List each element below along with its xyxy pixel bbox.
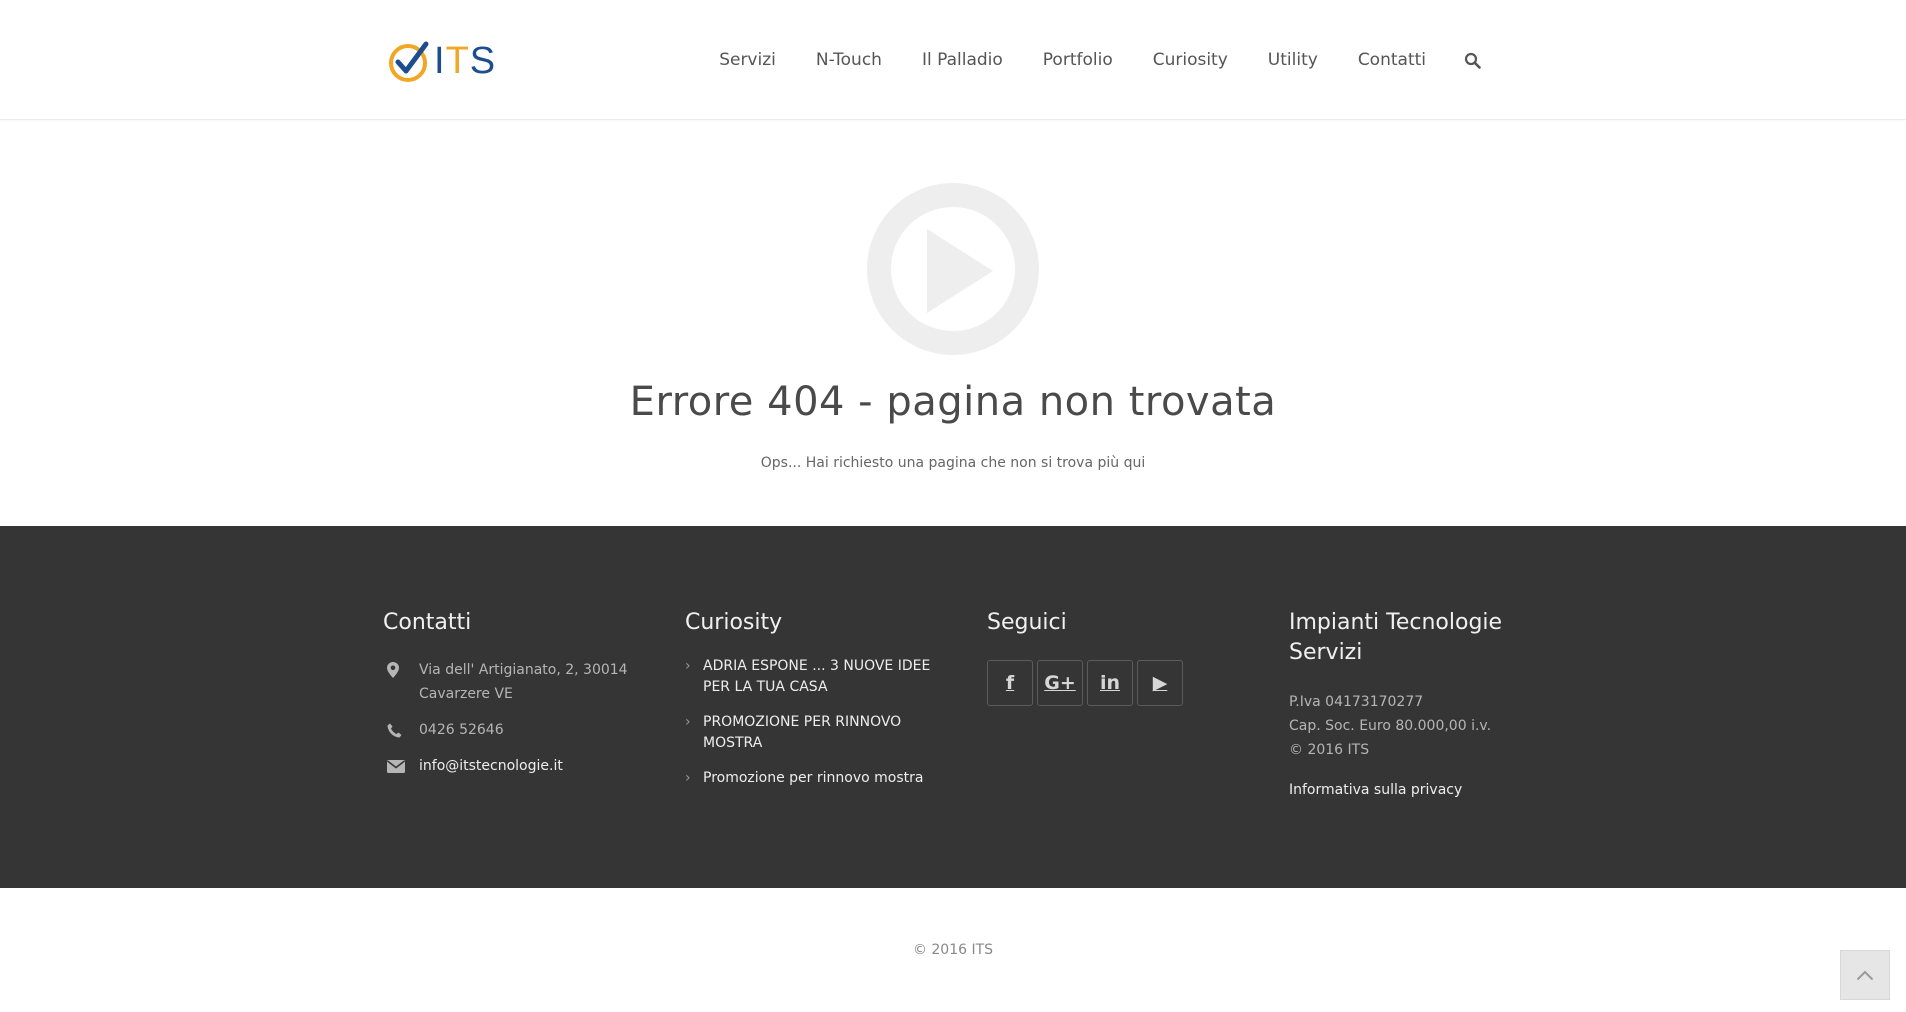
google-plus-icon[interactable]: G+ xyxy=(1037,660,1083,706)
bottom-bar: © 2016 ITS xyxy=(0,888,1906,1012)
footer-company: Impianti Tecnologie Servizi P.Iva 041731… xyxy=(1289,608,1549,798)
checkmark-circle-logo-icon xyxy=(389,41,429,82)
company-info: P.Iva 04173170277 Cap. Soc. Euro 80.000,… xyxy=(1289,690,1549,762)
back-to-top-button[interactable] xyxy=(1840,950,1890,1000)
linkedin-icon[interactable]: in xyxy=(1087,660,1133,706)
nav-item-servizi[interactable]: Servizi xyxy=(719,40,776,80)
footer-follow: Seguici f G+ in ▶ xyxy=(987,608,1247,706)
nav-item-utility[interactable]: Utility xyxy=(1268,40,1318,80)
address-line-2: Cavarzere VE xyxy=(419,686,513,702)
email-link[interactable]: info@itstecnologie.it xyxy=(419,754,563,778)
chevron-right-icon: › xyxy=(685,770,691,786)
address-text: Via dell' Artigianato, 2, 30014 Cavarzer… xyxy=(419,658,628,706)
footer-contacts: Contatti Via dell' Artigianato, 2, 30014… xyxy=(383,608,643,778)
curiosity-item[interactable]: › ADRIA ESPONE ... 3 NUOVE IDEE PER LA T… xyxy=(685,656,945,698)
footer-curiosity: Curiosity › ADRIA ESPONE ... 3 NUOVE IDE… xyxy=(685,608,945,803)
nav-item-portfolio[interactable]: Portfolio xyxy=(1043,40,1113,80)
chevron-right-icon: › xyxy=(685,714,691,730)
error-message: Ops... Hai richiesto una pagina che non … xyxy=(760,455,1146,471)
company-title-line-1: Impianti Tecnologie xyxy=(1289,610,1503,635)
youtube-icon[interactable]: ▶ xyxy=(1137,660,1183,706)
phone-icon xyxy=(383,718,419,742)
footer-curiosity-title: Curiosity xyxy=(685,610,783,635)
curiosity-item-line: PROMOZIONE PER RINNOVO xyxy=(703,714,902,730)
social-links: f G+ in ▶ xyxy=(987,660,1247,706)
curiosity-item-line: Promozione per rinnovo mostra xyxy=(703,770,924,786)
curiosity-item-line: MOSTRA xyxy=(703,735,763,751)
curiosity-item[interactable]: › Promozione per rinnovo mostra xyxy=(685,768,945,789)
company-title-line-2: Servizi xyxy=(1289,640,1363,665)
curiosity-item-line: ADRIA ESPONE ... 3 NUOVE IDEE xyxy=(703,658,931,674)
footer-follow-title: Seguici xyxy=(987,610,1067,635)
search-icon[interactable] xyxy=(1462,40,1482,80)
play-circle-icon xyxy=(867,183,1039,355)
map-marker-icon xyxy=(383,658,419,682)
nav-item-curiosity[interactable]: Curiosity xyxy=(1153,40,1228,80)
footer-company-title: Impianti Tecnologie Servizi xyxy=(1289,608,1549,668)
nav-item-n-touch[interactable]: N-Touch xyxy=(816,40,882,80)
phone-number: 0426 52646 xyxy=(419,722,504,738)
facebook-icon[interactable]: f xyxy=(987,660,1033,706)
chevron-up-icon xyxy=(1856,970,1874,980)
privacy-link[interactable]: Informativa sulla privacy xyxy=(1289,782,1549,798)
chevron-right-icon: › xyxy=(685,658,691,674)
bottom-copyright: © 2016 ITS xyxy=(912,942,994,958)
email-row: info@itstecnologie.it xyxy=(383,754,643,778)
curiosity-list: › ADRIA ESPONE ... 3 NUOVE IDEE PER LA T… xyxy=(685,656,945,789)
logo-wordmark: ITS xyxy=(434,40,497,82)
nav-item-il-palladio[interactable]: Il Palladio xyxy=(922,40,1003,80)
footer-contacts-title: Contatti xyxy=(383,610,472,635)
error-section: Errore 404 - pagina non trovata Ops... H… xyxy=(0,121,1906,526)
company-copyright: © 2016 ITS xyxy=(1289,742,1370,758)
curiosity-item[interactable]: › PROMOZIONE PER RINNOVO MOSTRA xyxy=(685,712,945,754)
phone-row: 0426 52646 xyxy=(383,718,643,742)
address-row: Via dell' Artigianato, 2, 30014 Cavarzer… xyxy=(383,658,643,706)
curiosity-item-line: PER LA TUA CASA xyxy=(703,679,828,695)
main-nav: Servizi N-Touch Il Palladio Portfolio Cu… xyxy=(679,40,1482,80)
envelope-icon xyxy=(383,754,419,778)
its-logo[interactable]: ITS xyxy=(388,38,496,84)
site-footer: Contatti Via dell' Artigianato, 2, 30014… xyxy=(0,526,1906,888)
nav-item-contatti[interactable]: Contatti xyxy=(1358,40,1426,80)
error-title: Errore 404 - pagina non trovata xyxy=(629,379,1277,425)
site-header: ITS Servizi N-Touch Il Palladio Portfoli… xyxy=(0,0,1906,120)
address-line-1: Via dell' Artigianato, 2, 30014 xyxy=(419,662,628,678)
share-capital: Cap. Soc. Euro 80.000,00 i.v. xyxy=(1289,718,1492,734)
vat-number: P.Iva 04173170277 xyxy=(1289,694,1424,710)
